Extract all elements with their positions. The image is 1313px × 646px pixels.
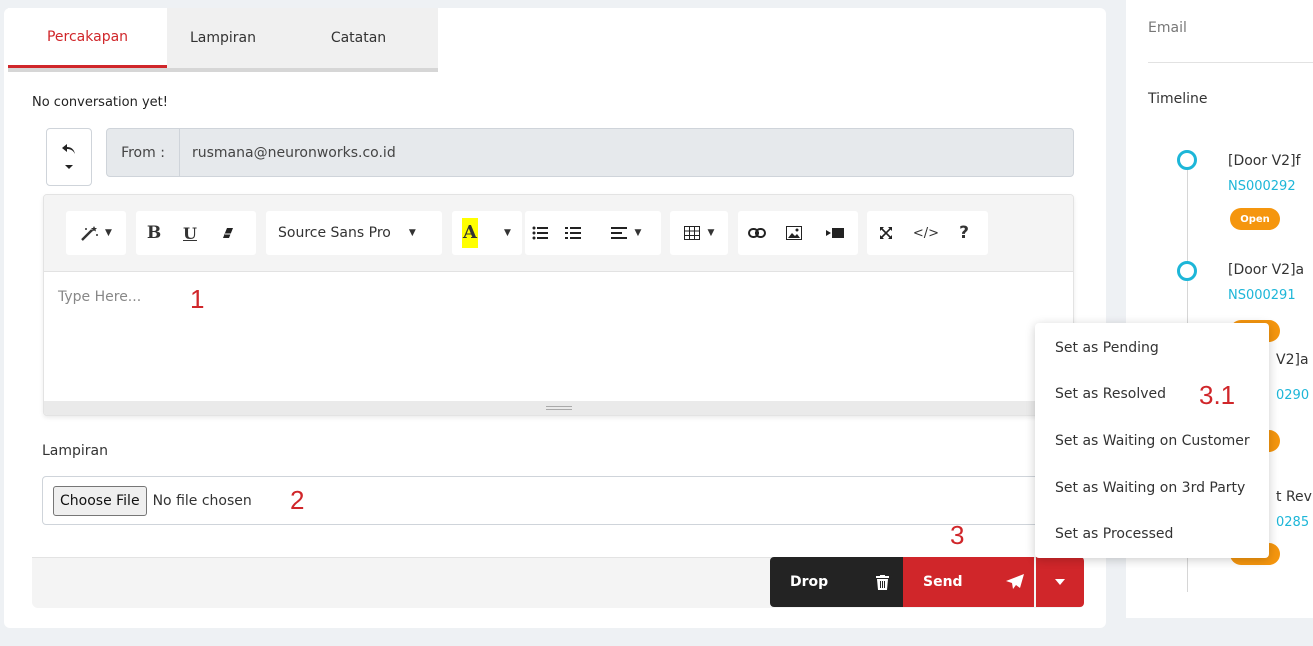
choose-file-button[interactable]: Choose File — [53, 485, 147, 516]
message-placeholder: Type Here... — [58, 289, 142, 305]
bold-icon: B — [146, 223, 162, 243]
annotation-1: 1 — [190, 284, 205, 314]
eraser-icon — [223, 228, 233, 238]
paper-plane-icon — [1006, 574, 1024, 589]
send-label: Send — [923, 574, 963, 590]
fullscreen-icon — [880, 227, 892, 239]
file-status: No file chosen — [152, 492, 252, 509]
clear-format-button[interactable] — [208, 211, 248, 255]
timeline-item-code[interactable]: 0290 — [1276, 388, 1309, 403]
menu-item-set-resolved[interactable]: Set as Resolved — [1055, 386, 1166, 402]
ordered-list-button[interactable] — [555, 211, 591, 255]
timeline-item-code[interactable]: 0285 — [1276, 515, 1309, 530]
email-label: Email — [1148, 20, 1187, 36]
video-icon — [826, 228, 844, 238]
chevron-down-icon: ▼ — [504, 228, 511, 238]
font-color-dropdown[interactable]: ▼ — [488, 211, 522, 255]
timeline-item-code[interactable]: NS000291 — [1228, 288, 1296, 303]
from-address: rusmana@neuronworks.co.id — [192, 144, 396, 161]
chevron-down-icon: ▼ — [408, 228, 416, 238]
annotation-2: 2 — [290, 485, 305, 515]
timeline-dot-icon — [1177, 261, 1197, 281]
underline-button[interactable]: U — [172, 211, 208, 255]
tab-bar: Percakapan Lampiran Catatan — [8, 8, 438, 72]
magic-wand-icon — [81, 226, 99, 241]
insert-link-button[interactable] — [738, 211, 776, 255]
unordered-list-button[interactable] — [525, 211, 555, 255]
annotation-3: 3 — [950, 520, 965, 550]
menu-item-set-waiting-3rd-party[interactable]: Set as Waiting on 3rd Party — [1055, 480, 1245, 496]
timeline-item-title[interactable]: V2]a — [1276, 352, 1309, 368]
font-family-dropdown[interactable]: Source Sans Pro ▼ — [266, 211, 442, 255]
menu-item-set-pending[interactable]: Set as Pending — [1055, 340, 1159, 356]
image-icon — [786, 226, 802, 240]
font-color-icon: A — [462, 218, 478, 248]
status-dropdown-menu: Set as Pending Set as Resolved Set as Wa… — [1035, 323, 1269, 558]
attachment-field: Choose File No file chosen — [42, 476, 1073, 525]
help-icon: ? — [959, 223, 969, 243]
trash-icon — [876, 574, 889, 590]
font-color-button[interactable]: A — [452, 211, 488, 255]
table-icon — [683, 226, 700, 240]
timeline-heading: Timeline — [1148, 91, 1208, 107]
status-badge: Open — [1230, 208, 1280, 230]
chevron-down-icon — [65, 165, 73, 169]
code-view-icon: </> — [912, 225, 940, 241]
annotation-3-1: 3.1 — [1199, 380, 1236, 410]
drop-button[interactable]: Drop — [770, 557, 903, 607]
editor-resize-handle[interactable] — [44, 401, 1073, 415]
editor-toolbar: ▼ B U Source Sans Pro ▼ A ▼ ▼ ▼ </> ? — [44, 195, 1073, 272]
code-view-button[interactable]: </> — [905, 211, 947, 255]
timeline-item-code[interactable]: NS000292 — [1228, 179, 1296, 194]
style-dropdown[interactable]: ▼ — [66, 211, 126, 255]
chevron-down-icon: ▼ — [634, 228, 642, 238]
ordered-list-icon — [565, 227, 581, 239]
divider — [1148, 62, 1313, 63]
table-dropdown[interactable]: ▼ — [670, 211, 728, 255]
from-label: From : — [107, 129, 180, 176]
chevron-down-icon — [1055, 579, 1065, 585]
attachment-label: Lampiran — [42, 443, 109, 459]
insert-video-button[interactable] — [812, 211, 858, 255]
empty-conversation-text: No conversation yet! — [32, 95, 168, 110]
underline-icon: U — [183, 223, 197, 243]
align-icon — [610, 227, 627, 239]
insert-image-button[interactable] — [776, 211, 812, 255]
timeline-item-title[interactable]: [Door V2]f — [1228, 153, 1300, 169]
reply-icon — [62, 144, 75, 154]
menu-item-set-waiting-customer[interactable]: Set as Waiting on Customer — [1055, 433, 1250, 449]
link-icon — [748, 228, 766, 238]
fullscreen-button[interactable] — [867, 211, 905, 255]
reply-options-button[interactable] — [46, 128, 92, 186]
chevron-down-icon: ▼ — [707, 228, 715, 238]
timeline-dot-icon — [1177, 150, 1197, 170]
menu-item-set-processed[interactable]: Set as Processed — [1055, 526, 1173, 542]
tab-catatan[interactable]: Catatan — [279, 8, 438, 68]
tab-lampiran[interactable]: Lampiran — [167, 8, 279, 68]
bold-button[interactable]: B — [136, 211, 172, 255]
send-options-dropdown[interactable] — [1036, 557, 1084, 607]
grip-lines-icon — [545, 405, 572, 410]
chevron-down-icon: ▼ — [105, 228, 112, 238]
send-button[interactable]: Send — [903, 557, 1034, 607]
font-name: Source Sans Pro — [278, 225, 391, 241]
unordered-list-icon — [532, 226, 548, 240]
tab-percakapan[interactable]: Percakapan — [8, 8, 167, 68]
timeline-item-title[interactable]: t Rev — [1276, 489, 1312, 505]
from-field: From : rusmana@neuronworks.co.id — [106, 128, 1074, 177]
help-button[interactable]: ? — [947, 211, 981, 255]
timeline-item-title[interactable]: [Door V2]a — [1228, 262, 1304, 278]
drop-label: Drop — [790, 574, 829, 590]
paragraph-align-dropdown[interactable]: ▼ — [591, 211, 661, 255]
